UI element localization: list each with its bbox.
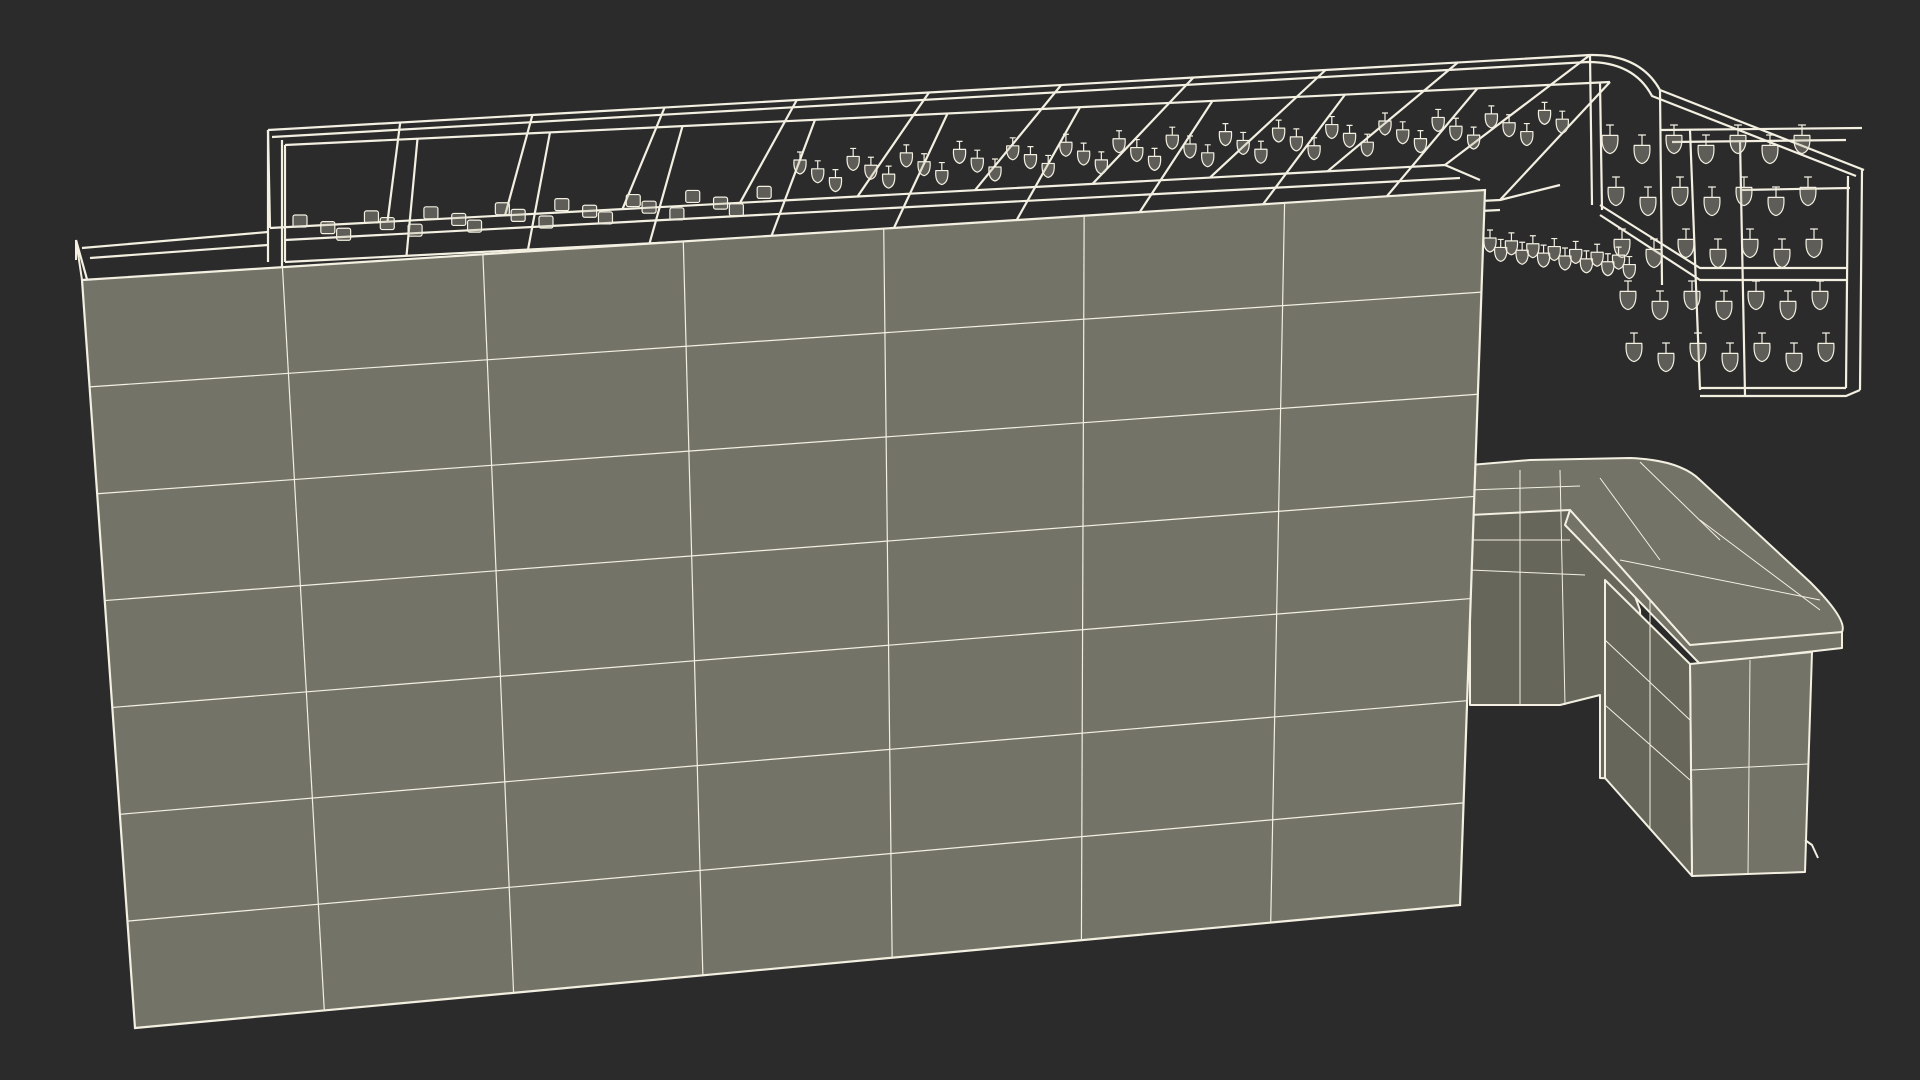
tumbler-glass [292, 214, 308, 228]
wireframe-render [0, 0, 1920, 1080]
tumbler-glass [554, 198, 570, 212]
wall-face [80, 188, 1487, 1030]
front-wall-panel [74, 188, 1487, 1030]
tumbler-glass [336, 227, 352, 241]
tumbler-glass [728, 203, 744, 217]
tumbler-glass [494, 202, 510, 216]
tumbler-glass [641, 200, 657, 214]
tumbler-glass [379, 216, 395, 231]
tumbler-glass [423, 206, 439, 220]
viewport [0, 0, 1920, 1080]
tumbler-glass [510, 208, 526, 222]
tumbler-glass [363, 210, 380, 224]
tumbler-glass [756, 185, 772, 199]
tumbler-glass [451, 212, 467, 227]
tumbler-glass [582, 204, 598, 218]
tumbler-glass [625, 193, 641, 208]
tumbler-glass [597, 211, 614, 225]
counter-front-leg [1689, 651, 1813, 877]
tumbler-glass [407, 223, 423, 237]
tumbler-glass [538, 215, 554, 229]
tumbler-glass [320, 221, 336, 235]
tumbler-glass [466, 219, 483, 233]
tumbler-glass [712, 196, 729, 210]
tumbler-glass [685, 189, 701, 204]
tumbler-glass [669, 207, 685, 221]
